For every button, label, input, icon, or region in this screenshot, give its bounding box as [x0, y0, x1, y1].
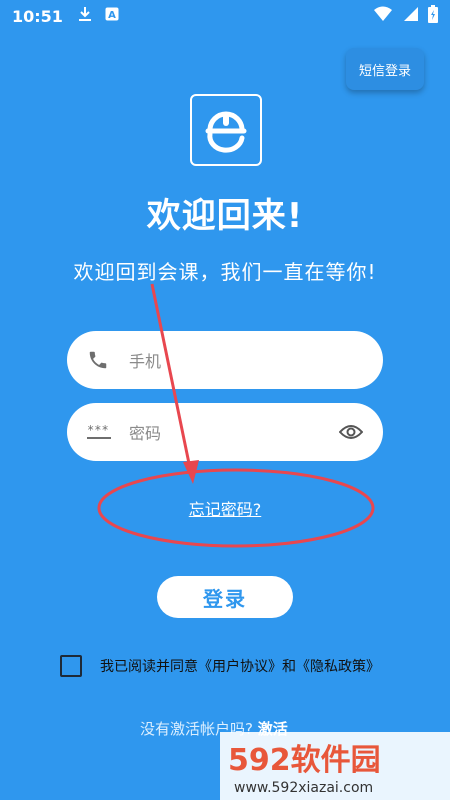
- phone-icon: [87, 349, 115, 371]
- wifi-icon: [374, 6, 392, 26]
- svg-text:A: A: [108, 10, 116, 21]
- password-placeholder: 密码: [129, 424, 162, 443]
- eye-icon[interactable]: [339, 423, 363, 441]
- download-icon: [77, 6, 93, 26]
- phone-field[interactable]: 手机: [67, 331, 383, 389]
- a-badge-icon: A: [105, 7, 119, 25]
- password-mask-icon: ***: [87, 424, 115, 440]
- signal-icon: [402, 6, 418, 26]
- agreement-row: 我已阅读并同意《用户协议》和《隐私政策》: [60, 655, 380, 677]
- status-time: 10:51: [12, 6, 63, 26]
- page-subtitle: 欢迎回到会课，我们一直在等你!: [73, 260, 377, 284]
- watermark-url: www.592xiazai.com: [234, 780, 373, 796]
- password-field[interactable]: *** 密码: [67, 403, 383, 461]
- page-title: 欢迎回来!: [146, 196, 304, 236]
- agreement-text[interactable]: 我已阅读并同意《用户协议》和《隐私政策》: [100, 656, 380, 676]
- phone-placeholder: 手机: [129, 352, 162, 371]
- sms-login-button[interactable]: 短信登录: [346, 48, 424, 90]
- watermark-brand: 592软件园: [228, 743, 381, 778]
- svg-text:***: ***: [87, 424, 109, 437]
- battery-icon: [428, 5, 438, 27]
- status-bar: 10:51 A: [0, 0, 450, 32]
- forgot-password-link[interactable]: 忘记密码?: [0, 496, 450, 520]
- agreement-checkbox[interactable]: [60, 655, 82, 677]
- app-logo: [190, 94, 262, 166]
- login-button[interactable]: 登录: [157, 576, 293, 618]
- watermark-logo: 592软件园 www.592xiazai.com: [220, 732, 450, 800]
